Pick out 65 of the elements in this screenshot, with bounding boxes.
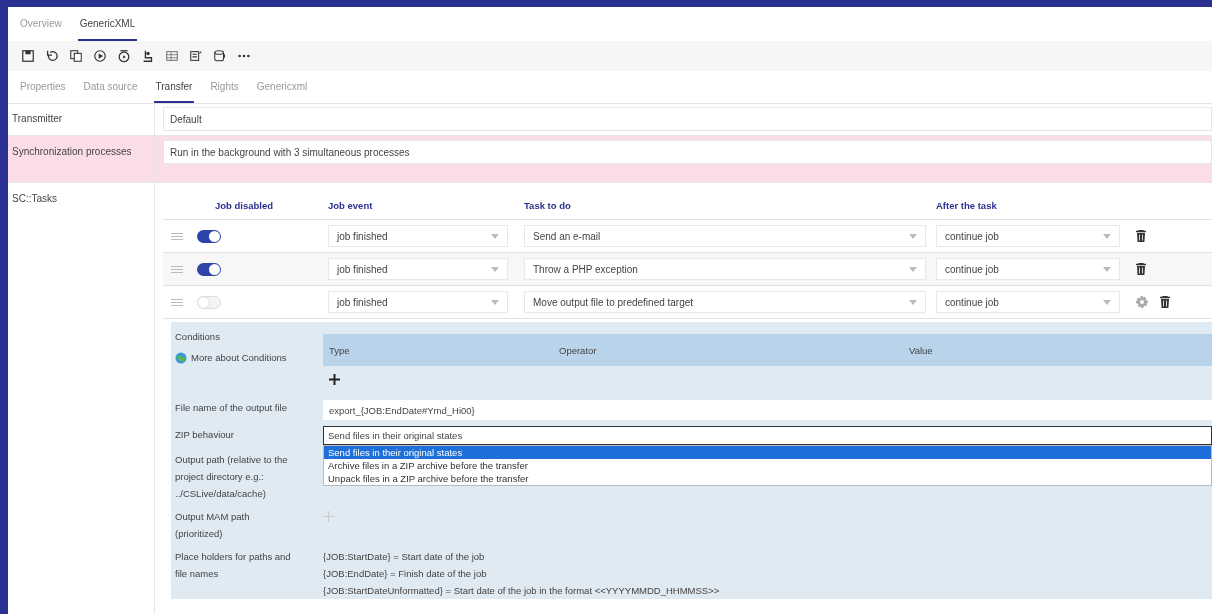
undo-icon: [45, 49, 59, 63]
field-label: ZIP behaviour: [174, 428, 235, 442]
toggle-switch[interactable]: [197, 295, 221, 309]
column-header: Job event: [328, 199, 374, 211]
drag-handle-icon[interactable]: [171, 232, 183, 240]
toggle-switch[interactable]: [197, 229, 221, 243]
column-header: Operator: [559, 344, 598, 356]
dropdown[interactable]: job finished: [328, 258, 508, 280]
dropdown[interactable]: continue job: [936, 291, 1120, 313]
dropdown[interactable]: Throw a PHP exception: [524, 258, 926, 280]
dropdown-caret-icon: [491, 233, 499, 239]
dropdown-option[interactable]: Archive files in a ZIP archive before the transfer: [324, 459, 1211, 472]
table-icon: [165, 49, 179, 63]
dropdown-caret-icon: [909, 266, 917, 272]
input-field[interactable]: export_{JOB:EndDate#Ymd_Hi00}: [323, 400, 1212, 420]
dropdown[interactable]: Move output file to predefined target: [524, 291, 926, 313]
dropdown-option[interactable]: Unpack files in a ZIP archive before the transfer: [324, 472, 1211, 485]
column-header: Value: [909, 344, 934, 356]
setting-label: Transmitter: [8, 103, 155, 135]
setting-field[interactable]: Run in the background with 3 simultaneous processes: [163, 140, 1212, 164]
timer-icon: [117, 49, 131, 63]
column-header: After the task: [936, 199, 998, 211]
dropdown[interactable]: continue job: [936, 225, 1120, 247]
dropdown-caret-icon: [1103, 266, 1111, 272]
dropdown[interactable]: continue job: [936, 258, 1120, 280]
tab[interactable]: Transfer: [153, 71, 195, 103]
dropdown-caret-icon: [491, 299, 499, 305]
help-link[interactable]: More about Conditions: [191, 349, 287, 366]
dropdown[interactable]: Send an e-mail: [524, 225, 926, 247]
drag-handle-icon[interactable]: [171, 298, 183, 306]
column-header: Task to do: [524, 199, 572, 211]
trash-icon[interactable]: [1160, 296, 1170, 308]
list-icon: [189, 49, 203, 63]
dropdown[interactable]: Send files in their original states: [323, 426, 1212, 445]
section-label: SC::Tasks: [8, 183, 155, 614]
globe-icon: [175, 351, 187, 364]
column-header: Job disabled: [214, 199, 275, 211]
placeholder-description: {JOB:EndDate} = Finish date of the job: [323, 567, 488, 581]
play-icon: [93, 49, 107, 63]
toggle-switch[interactable]: [197, 262, 221, 276]
dropdown-caret-icon: [909, 299, 917, 305]
dropdown-caret-icon: [1103, 233, 1111, 239]
dropdown-caret-icon: [909, 233, 917, 239]
column-header: Type: [329, 344, 351, 356]
copy-icon: [69, 49, 83, 63]
field-label: Output MAM path (prioritized): [174, 510, 251, 541]
placeholder-description: {JOB:StartDate} = Start date of the job: [323, 550, 486, 564]
placeholder-description: {JOB:StartDateUnformatted} = Start date of the job in the format <<YYYYMMDD_HHMMSS>>: [323, 584, 721, 598]
dropdown-caret-icon: [491, 266, 499, 272]
trash-icon[interactable]: [1136, 230, 1146, 242]
dropdown[interactable]: job finished: [328, 225, 508, 247]
add-icon[interactable]: [329, 374, 340, 385]
save-icon: [21, 49, 35, 63]
field-label: Conditions: [175, 331, 220, 342]
setting-field[interactable]: Default: [163, 107, 1212, 131]
field-label: File name of the output file: [174, 401, 288, 415]
trash-icon[interactable]: [1136, 263, 1146, 275]
dropdown-option[interactable]: Send files in their original states: [324, 446, 1211, 459]
drag-handle-icon[interactable]: [171, 265, 183, 273]
setting-label: Synchronization processes: [8, 136, 155, 182]
dropdown[interactable]: job finished: [328, 291, 508, 313]
database-icon: [213, 49, 227, 63]
dropdown-caret-icon: [1103, 299, 1111, 305]
field-label: Place holders for paths and file names: [174, 550, 292, 581]
field-label: Output path (relative to the project directory e.g.: ../CSLive/data/cache): [174, 453, 289, 501]
